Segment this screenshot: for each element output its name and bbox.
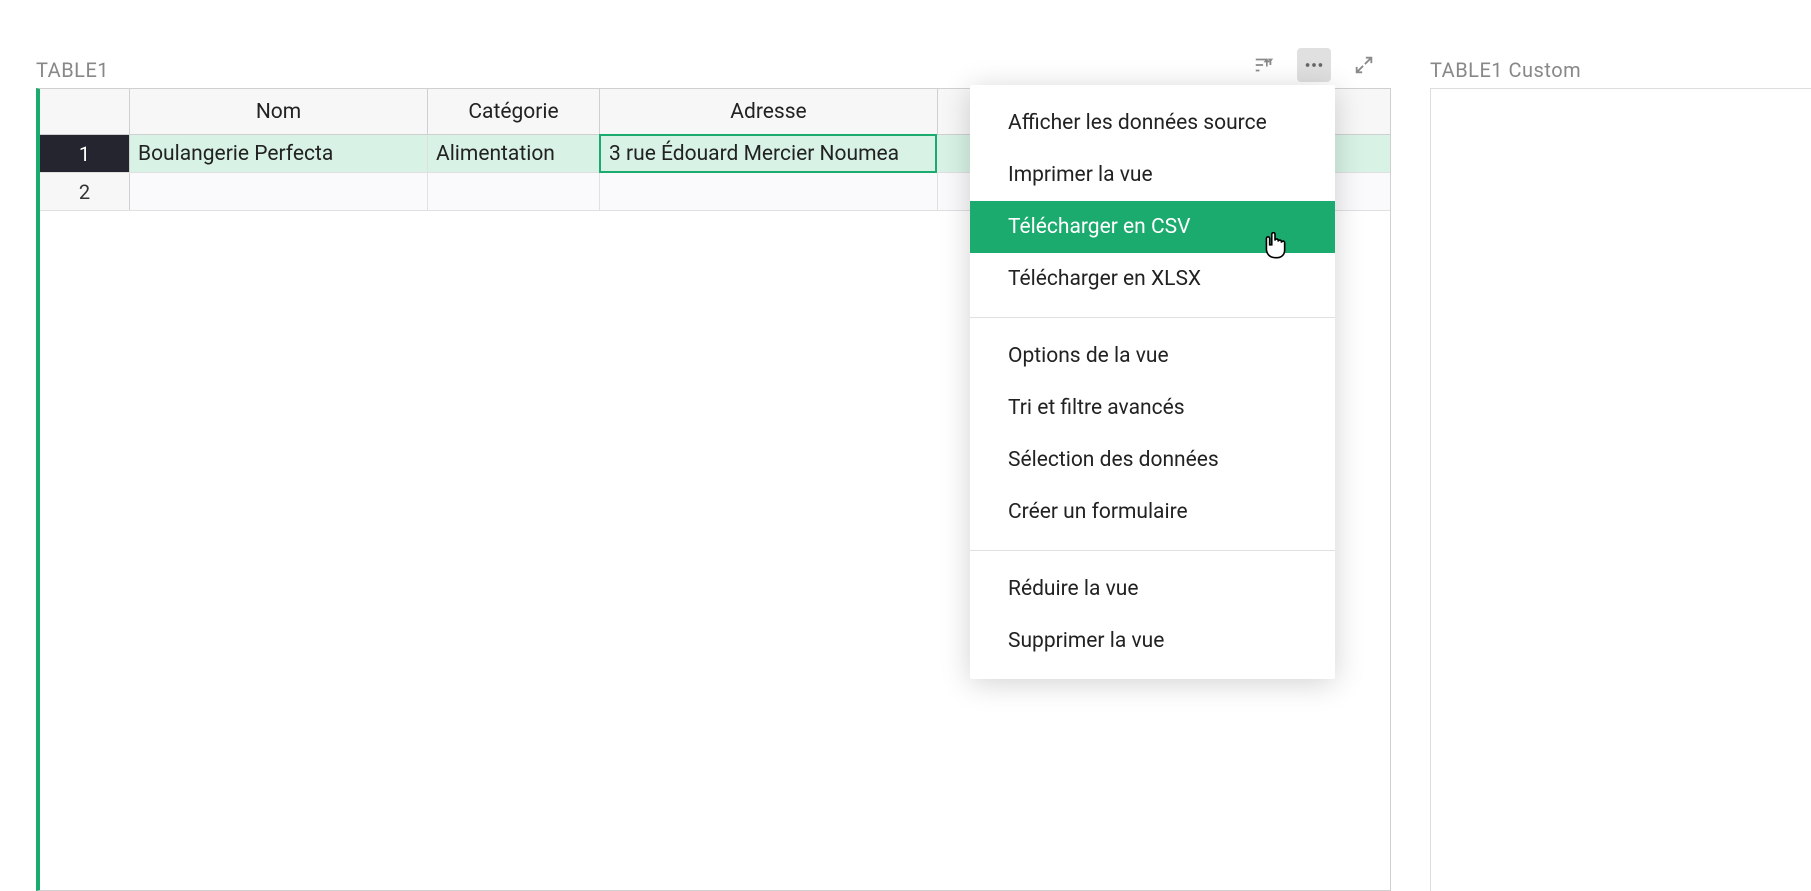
expand-icon[interactable] [1347, 48, 1381, 82]
cell-adresse[interactable]: 3 rue Édouard Mercier Noumea [599, 134, 937, 173]
menu-item[interactable]: Réduire la vue [970, 563, 1335, 615]
menu-item[interactable]: Options de la vue [970, 330, 1335, 382]
toolbar [1247, 48, 1381, 82]
menu-item[interactable]: Afficher les données source [970, 97, 1335, 149]
cell-nom[interactable]: Boulangerie Perfecta [130, 135, 428, 172]
menu-separator [970, 317, 1335, 318]
more-menu-button[interactable] [1297, 48, 1331, 82]
panel-title: TABLE1 [36, 58, 109, 82]
menu-item[interactable]: Supprimer la vue [970, 615, 1335, 667]
sort-filter-icon[interactable] [1247, 48, 1281, 82]
cell-categorie[interactable]: Alimentation [428, 135, 600, 172]
menu-item[interactable]: Créer un formulaire [970, 486, 1335, 538]
cell-adresse[interactable] [600, 173, 938, 210]
right-panel-title: TABLE1 Custom [1430, 58, 1581, 82]
menu-item[interactable]: Imprimer la vue [970, 149, 1335, 201]
row-number-header [40, 89, 130, 134]
column-header-adresse[interactable]: Adresse [600, 89, 938, 134]
right-panel [1430, 88, 1811, 891]
row-number-cell[interactable]: 1 [40, 135, 130, 172]
row-number-cell[interactable]: 2 [40, 173, 130, 210]
view-options-menu: Afficher les données sourceImprimer la v… [970, 85, 1335, 679]
menu-item[interactable]: Sélection des données [970, 434, 1335, 486]
menu-item[interactable]: Télécharger en CSV [970, 201, 1335, 253]
menu-separator [970, 550, 1335, 551]
menu-item[interactable]: Tri et filtre avancés [970, 382, 1335, 434]
menu-item[interactable]: Télécharger en XLSX [970, 253, 1335, 305]
column-header-categorie[interactable]: Catégorie [428, 89, 600, 134]
column-header-nom[interactable]: Nom [130, 89, 428, 134]
cell-nom[interactable] [130, 173, 428, 210]
cell-categorie[interactable] [428, 173, 600, 210]
